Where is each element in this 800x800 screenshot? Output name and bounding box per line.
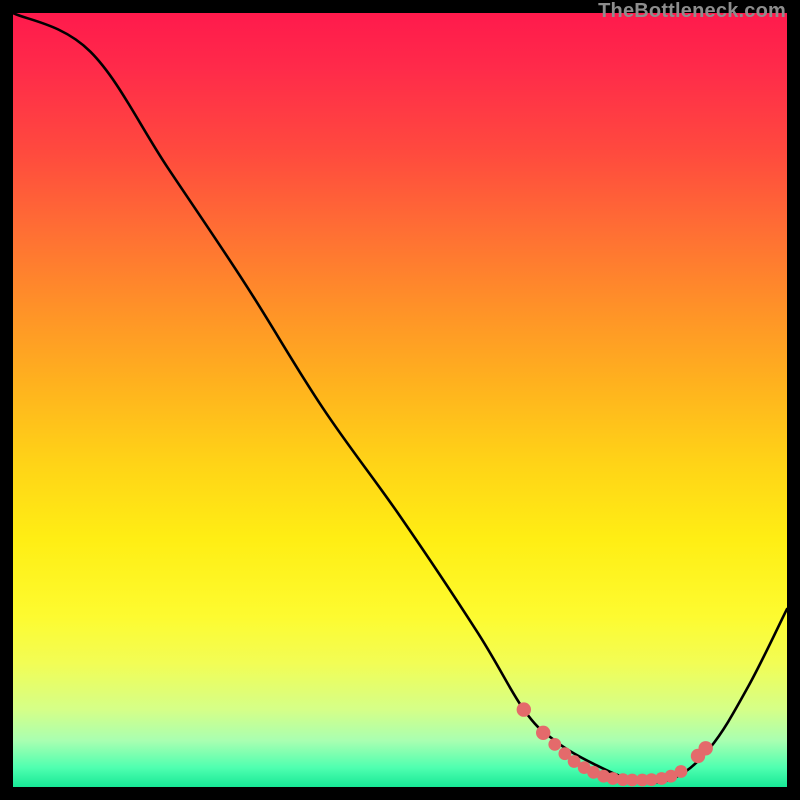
marker-dot xyxy=(617,773,630,786)
marker-dot xyxy=(536,726,550,740)
marker-dot xyxy=(675,765,688,778)
marker-dot xyxy=(691,749,705,763)
marker-dot xyxy=(559,747,572,760)
marker-dot xyxy=(548,738,561,751)
bottleneck-curve xyxy=(13,13,787,782)
marker-dot xyxy=(607,772,620,785)
marker-dot xyxy=(636,774,649,787)
marker-dot xyxy=(587,766,600,779)
marker-dot xyxy=(578,761,591,774)
chart-stage: TheBottleneck.com xyxy=(0,0,800,800)
marker-dot xyxy=(699,741,713,755)
chart-svg xyxy=(13,13,787,787)
marker-dot xyxy=(645,773,658,786)
marker-dot xyxy=(665,770,678,783)
marker-dot xyxy=(568,755,581,768)
marker-dot xyxy=(517,702,531,716)
marker-dots xyxy=(517,702,713,786)
plot-area xyxy=(13,13,787,787)
marker-dot xyxy=(655,772,668,785)
marker-dot xyxy=(626,774,639,787)
marker-dot xyxy=(597,770,610,783)
